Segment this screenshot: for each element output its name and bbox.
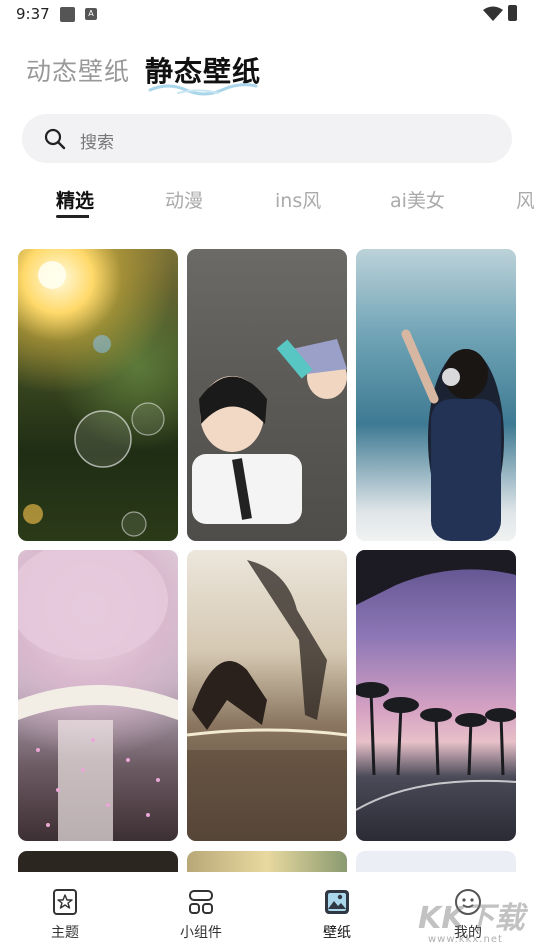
nav-wallpaper-label: 壁纸	[323, 925, 351, 941]
battery-icon	[508, 5, 517, 21]
indicator-gap	[89, 215, 96, 218]
watermark-url: www.kkx.net	[428, 934, 503, 945]
wallpaper-image	[18, 550, 178, 841]
wallpaper-card-aquarium-girl[interactable]	[356, 249, 516, 541]
active-tab-wave-underline	[148, 83, 258, 96]
wifi-icon	[483, 6, 503, 21]
watermark-logo: KK下载	[418, 901, 525, 936]
wallpaper-card-sunlight-bubbles[interactable]	[18, 249, 178, 541]
category-ins-style[interactable]: ins风	[275, 186, 321, 213]
nav-widget-label: 小组件	[180, 925, 222, 941]
wallpaper-card-cherry-blossom[interactable]	[18, 550, 178, 841]
category-anime[interactable]: 动漫	[165, 186, 203, 213]
search-input[interactable]: 搜索	[80, 128, 114, 153]
wallpaper-image	[356, 550, 516, 811]
status-time: 9:37	[16, 5, 50, 23]
app-notification-icon: A	[85, 8, 97, 20]
wallpaper-card-two-girls[interactable]	[187, 249, 347, 541]
wallpaper-card-palm-sunset[interactable]	[356, 550, 516, 841]
notification-icon	[60, 7, 75, 22]
search-icon	[44, 128, 66, 150]
wallpaper-card-beach-silhouettes[interactable]	[187, 550, 347, 841]
category-featured[interactable]: 精选	[56, 186, 94, 213]
category-ai-beauty[interactable]: ai美女	[390, 186, 445, 213]
category-wind[interactable]: 风	[516, 186, 534, 213]
wallpaper-icon	[325, 890, 349, 914]
wallpaper-image	[23, 261, 165, 537]
wallpaper-image	[187, 560, 347, 841]
widget-icon	[189, 890, 213, 914]
tab-dynamic-wallpaper[interactable]: 动态壁纸	[26, 52, 130, 88]
search-bar[interactable]: 搜索	[22, 114, 512, 163]
wallpaper-image	[376, 259, 504, 541]
status-bar: 9:37 A	[0, 0, 534, 28]
nav-theme-label: 主题	[51, 925, 79, 941]
wallpaper-image	[192, 339, 347, 524]
theme-icon	[53, 889, 77, 915]
